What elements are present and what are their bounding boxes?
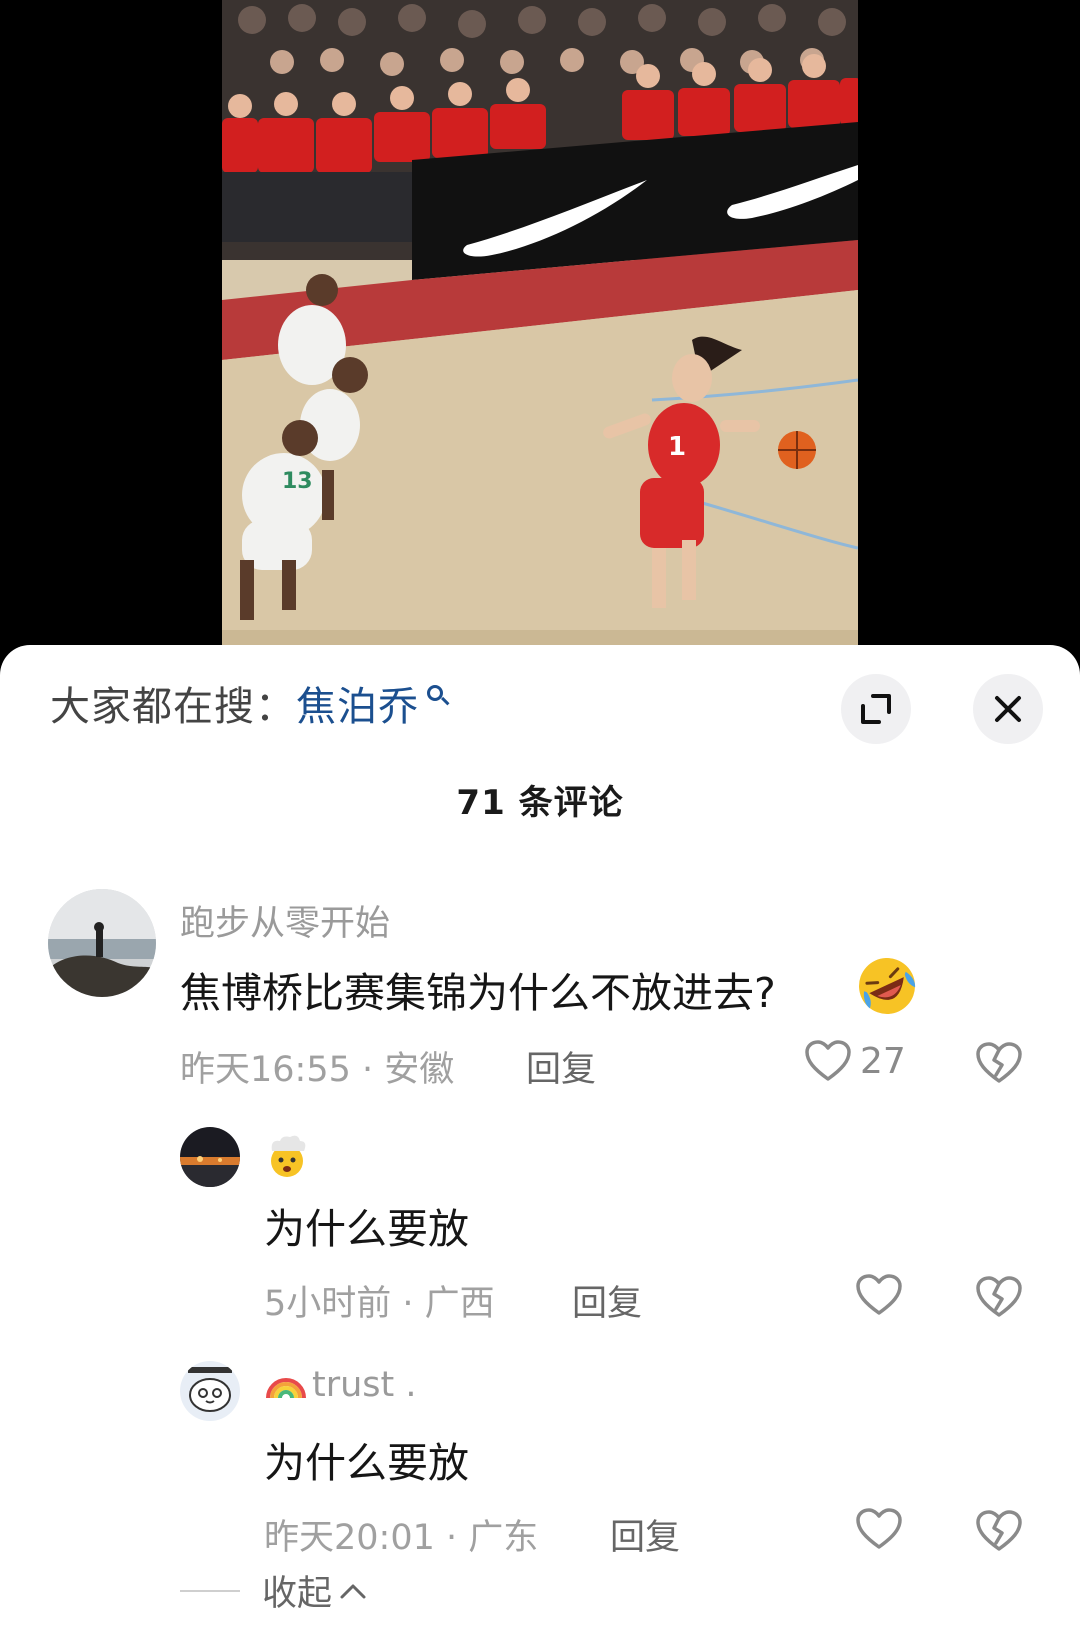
- divider: [180, 1589, 240, 1592]
- reply-meta: 5小时前 · 广西: [264, 1284, 495, 1324]
- heart-icon: [856, 1508, 902, 1549]
- like-button[interactable]: [855, 1273, 903, 1317]
- rainbow-icon: [266, 1378, 306, 1399]
- dislike-button[interactable]: [975, 1041, 1023, 1089]
- trending-search-prefix: 大家都在搜：: [50, 684, 296, 730]
- reply-username-row[interactable]: trust .: [264, 1365, 417, 1405]
- close-button[interactable]: [973, 674, 1043, 744]
- reply-username[interactable]: trust .: [312, 1365, 417, 1405]
- search-icon[interactable]: [423, 683, 450, 723]
- collapse-label: 收起: [262, 1574, 333, 1614]
- avatar[interactable]: [48, 889, 156, 997]
- trending-search[interactable]: 大家都在搜： 焦泊乔: [50, 674, 450, 732]
- avatar-image: [48, 889, 156, 997]
- expand-icon: [861, 694, 891, 724]
- trending-search-term[interactable]: 焦泊乔: [296, 674, 419, 732]
- reply-button[interactable]: 回复: [610, 1509, 680, 1560]
- avatar-image: [180, 1127, 240, 1187]
- reply-meta: 昨天20:01 · 广东: [264, 1518, 539, 1558]
- svg-text:13: 13: [282, 469, 313, 494]
- reply-button[interactable]: 回复: [572, 1275, 642, 1326]
- comment-meta: 昨天16:55 · 安徽: [180, 1050, 455, 1090]
- heart-icon: [856, 1274, 902, 1315]
- comment-username[interactable]: 跑步从零开始: [180, 895, 390, 946]
- avatar-image: [180, 1361, 240, 1421]
- heart-icon: [805, 1040, 851, 1081]
- dislike-button[interactable]: [975, 1509, 1023, 1557]
- like-count: 27: [860, 1040, 906, 1082]
- comment-count: 71 条评论: [456, 783, 624, 823]
- like-button[interactable]: 27: [804, 1039, 906, 1083]
- broken-heart-icon: [976, 1276, 1022, 1317]
- close-icon: [995, 696, 1021, 722]
- broken-heart-icon: [976, 1042, 1022, 1083]
- rolling-on-floor-laughing-icon: [859, 958, 916, 1014]
- reply-text: 为什么要放: [264, 1205, 469, 1253]
- dislike-button[interactable]: [975, 1275, 1023, 1323]
- comments-sheet: 大家都在搜： 焦泊乔 71 条评论 跑步从零开始 焦博桥比赛集锦为什么不放进去?: [0, 645, 1080, 1631]
- like-button[interactable]: [855, 1507, 903, 1551]
- avatar[interactable]: [180, 1127, 240, 1187]
- svg-text:1: 1: [668, 432, 686, 462]
- collapse-replies-button[interactable]: 收起: [180, 1565, 368, 1616]
- broken-heart-icon: [976, 1510, 1022, 1551]
- expand-button[interactable]: [841, 674, 911, 744]
- exploding-head-icon: [271, 1135, 306, 1177]
- reply-text: 为什么要放: [264, 1439, 469, 1487]
- video-frame[interactable]: 13 1: [222, 0, 858, 646]
- video-still-image: 13 1: [222, 0, 858, 646]
- avatar[interactable]: [180, 1361, 240, 1421]
- reply-button[interactable]: 回复: [526, 1041, 596, 1092]
- comment-text: 焦博桥比赛集锦为什么不放进去?: [180, 969, 776, 1017]
- chevron-up-icon: [340, 1584, 366, 1598]
- video-player[interactable]: 13 1: [0, 0, 1080, 660]
